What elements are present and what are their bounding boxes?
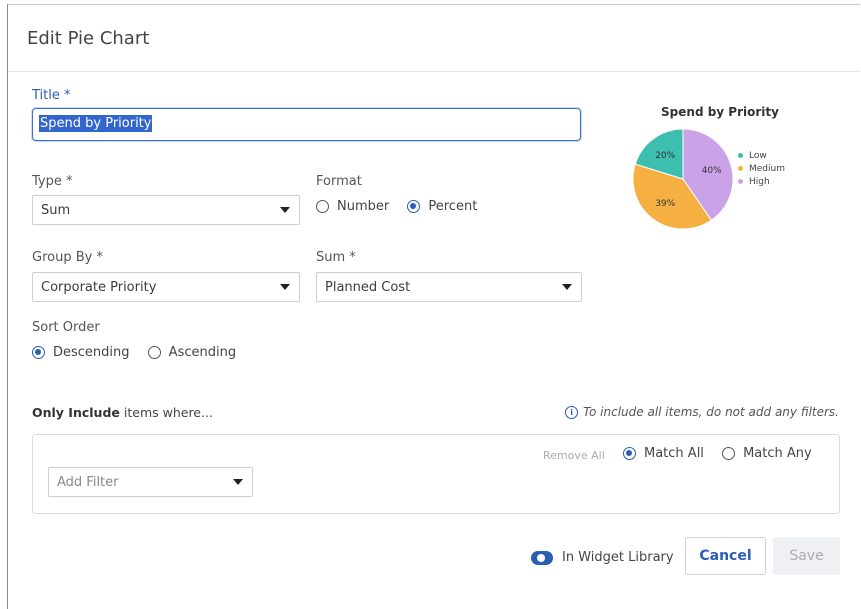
legend-dot-icon: [738, 179, 743, 184]
required-mark: *: [349, 250, 356, 265]
pie-chart: 40% 39% 20%: [632, 128, 734, 230]
type-label: Type *: [32, 174, 73, 189]
title-label-text: Title: [32, 88, 60, 103]
radio-icon: [316, 200, 329, 213]
title-divider: [8, 71, 860, 72]
radio-icon: [147, 346, 161, 359]
format-radio-number[interactable]: Number: [316, 199, 389, 214]
legend-dot-icon: [738, 153, 743, 158]
radio-icon: [722, 447, 736, 460]
widget-library-label: In Widget Library: [562, 550, 674, 565]
legend-dot-icon: [738, 166, 743, 171]
legend-item-high: High: [738, 175, 785, 188]
filter-heading-bold: Only Include: [32, 405, 120, 420]
sort-option-label: Descending: [53, 345, 130, 360]
format-label: Format: [316, 174, 362, 189]
pie-label-low: 20%: [655, 151, 675, 161]
format-radio-group: Number Percent: [316, 199, 491, 217]
filter-heading-rest: items where...: [123, 405, 213, 420]
type-select[interactable]: Sum: [32, 195, 300, 225]
sort-radio-ascending[interactable]: Ascending: [147, 345, 237, 360]
legend-label: Low: [749, 150, 767, 161]
sum-label-text: Sum: [316, 250, 346, 265]
sum-select[interactable]: Planned Cost: [316, 272, 582, 302]
add-filter-placeholder: Add Filter: [57, 475, 119, 490]
legend-item-low: Low: [738, 149, 785, 162]
legend-label: High: [749, 176, 770, 187]
type-select-value: Sum: [41, 203, 71, 218]
match-option-label: Match Any: [743, 446, 812, 461]
remove-all-link[interactable]: Remove All: [543, 449, 605, 462]
match-option-label: Match All: [644, 446, 704, 461]
filter-hint-text: To include all items, do not add any fil…: [583, 405, 839, 419]
format-option-label: Number: [337, 199, 390, 214]
title-input[interactable]: Spend by Priority: [32, 108, 581, 141]
pie-label-high: 40%: [702, 166, 722, 176]
required-mark: *: [66, 174, 73, 189]
sort-radio-descending[interactable]: Descending: [32, 345, 130, 360]
format-radio-percent[interactable]: Percent: [407, 199, 477, 214]
chart-legend: Low Medium High: [738, 149, 785, 188]
chart-title: Spend by Priority: [661, 105, 779, 119]
pie-label-medium: 39%: [655, 199, 675, 209]
legend-item-medium: Medium: [738, 162, 785, 175]
sort-order-label: Sort Order: [32, 320, 100, 335]
sum-label: Sum *: [316, 250, 356, 265]
save-button[interactable]: Save: [773, 537, 840, 575]
cancel-button[interactable]: Cancel: [685, 537, 766, 575]
chevron-down-icon: [233, 479, 243, 485]
group-by-label-text: Group By: [32, 250, 93, 265]
match-all-radio[interactable]: Match All: [623, 446, 704, 461]
group-by-select[interactable]: Corporate Priority: [32, 272, 300, 302]
chevron-down-icon: [562, 284, 572, 290]
dialog-frame: [7, 4, 860, 609]
format-option-label: Percent: [428, 199, 478, 214]
radio-selected-icon: [623, 447, 636, 460]
group-by-value: Corporate Priority: [41, 280, 157, 295]
filter-hint: i To include all items, do not add any fi…: [565, 405, 839, 419]
chevron-down-icon: [280, 284, 290, 290]
required-mark: *: [64, 88, 71, 103]
legend-label: Medium: [749, 163, 785, 174]
group-by-label: Group By *: [32, 250, 103, 265]
widget-library-toggle[interactable]: In Widget Library: [531, 550, 674, 565]
match-any-radio[interactable]: Match Any: [722, 446, 812, 461]
sum-value: Planned Cost: [325, 280, 411, 295]
match-radio-group: Match All Match Any: [623, 446, 826, 464]
required-mark: *: [96, 250, 103, 265]
info-icon: i: [565, 406, 579, 419]
dialog-title: Edit Pie Chart: [27, 28, 150, 49]
sort-option-label: Ascending: [168, 345, 237, 360]
add-filter-select[interactable]: Add Filter: [48, 467, 253, 497]
type-label-text: Type: [32, 174, 62, 189]
title-label: Title *: [32, 88, 71, 103]
title-input-value: Spend by Priority: [39, 115, 153, 132]
toggle-switch-icon: [531, 550, 553, 565]
chevron-down-icon: [280, 207, 290, 213]
radio-selected-icon: [407, 200, 421, 213]
radio-selected-icon: [32, 346, 45, 359]
filter-heading: Only Include items where...: [32, 405, 213, 420]
sort-radio-group: Descending Ascending: [32, 345, 250, 363]
